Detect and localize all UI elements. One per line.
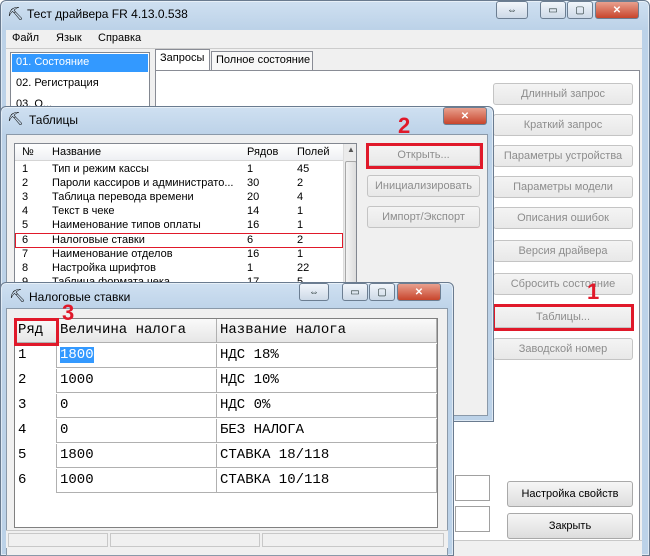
tables-list-body: 1 Тип и режим кассы 1 45 2 Пароли кассиров и…	[15, 162, 343, 287]
tax-window-icon: ⛏	[9, 288, 26, 303]
col-number[interactable]: №	[22, 146, 34, 158]
maximize-button[interactable]: ▢	[567, 1, 593, 19]
initialize-button[interactable]: Инициализировать	[367, 175, 480, 197]
table-row[interactable]: 5 1800 СТАВКА 18/118	[15, 444, 437, 468]
row-number: 2	[15, 369, 57, 393]
tables-window-title: Таблицы	[29, 113, 79, 127]
highlight-tables-button	[492, 304, 634, 331]
device-params-button[interactable]: Параметры устройства	[493, 145, 633, 167]
close-button[interactable]: ✕	[595, 1, 639, 19]
main-window-title: Тест драйвера FR 4.13.0.538	[27, 7, 188, 21]
long-request-button[interactable]: Длинный запрос	[493, 83, 633, 105]
tab-full-state[interactable]: Полное состояние	[211, 51, 313, 70]
tax-maximize-button[interactable]: ▢	[369, 283, 395, 301]
nav-item-registration[interactable]: 02. Регистрация	[12, 75, 148, 93]
list-item[interactable]: 1 Тип и режим кассы 1 45	[15, 163, 343, 177]
serial-number-button[interactable]: Заводской номер	[493, 338, 633, 360]
list-item[interactable]: 5 Наименование типов оплаты 16 1	[15, 219, 343, 233]
list-item[interactable]: 4 Текст в чеке 14 1	[15, 205, 343, 219]
col-rows[interactable]: Рядов	[247, 146, 278, 158]
tax-name-cell[interactable]: НДС 18%	[217, 344, 437, 368]
tax-restore-icon[interactable]: ⇔	[299, 283, 329, 301]
tab-strip: Запросы Полное состояние	[155, 49, 355, 72]
scroll-up-icon[interactable]: ▲	[345, 145, 356, 159]
row-number: 6	[15, 469, 57, 493]
table-row[interactable]: 2 1000 НДС 10%	[15, 369, 437, 393]
col-tax-name[interactable]: Название налога	[217, 319, 437, 343]
tables-list-scrollbar[interactable]: ▲	[343, 144, 356, 287]
tax-value-cell[interactable]: 0	[57, 394, 217, 418]
table-row[interactable]: 1 1800 НДС 18%	[15, 344, 437, 368]
menu-language[interactable]: Язык	[56, 32, 82, 44]
error-descriptions-button[interactable]: Описания ошибок	[493, 207, 633, 229]
annotation-step-3: 3	[62, 300, 75, 325]
col-fields[interactable]: Полей	[297, 146, 329, 158]
app-icon: ⛏	[7, 6, 24, 21]
row-number: 5	[15, 444, 57, 468]
highlight-row-header	[14, 318, 59, 346]
table-row[interactable]: 6 1000 СТАВКА 10/118	[15, 469, 437, 493]
tax-name-cell[interactable]: СТАВКА 10/118	[217, 469, 437, 493]
table-row[interactable]: 3 0 НДС 0%	[15, 394, 437, 418]
tax-name-cell[interactable]: СТАВКА 18/118	[217, 444, 437, 468]
tax-name-cell[interactable]: БЕЗ НАЛОГА	[217, 419, 437, 443]
tables-close-button[interactable]: ✕	[443, 107, 487, 125]
menu-file[interactable]: Файл	[12, 32, 39, 44]
row-number: 4	[15, 419, 57, 443]
tax-name-cell[interactable]: НДС 0%	[217, 394, 437, 418]
menu-help[interactable]: Справка	[98, 32, 141, 44]
import-export-button[interactable]: Импорт/Экспорт	[367, 206, 480, 228]
list-item[interactable]: 8 Настройка шрифтов 1 22	[15, 262, 343, 276]
tax-close-button[interactable]: ✕	[397, 283, 441, 301]
status-panel	[110, 533, 260, 547]
tax-value-cell[interactable]: 1000	[57, 369, 217, 393]
model-params-button[interactable]: Параметры модели	[493, 176, 633, 198]
tab-requests[interactable]: Запросы	[155, 49, 210, 70]
list-item[interactable]: 7 Наименование отделов 16 1	[15, 248, 343, 262]
reset-state-button[interactable]: Сбросить состояние	[493, 273, 633, 295]
col-name[interactable]: Название	[52, 146, 101, 158]
tables-list-header: № Название Рядов Полей	[15, 144, 343, 161]
scroll-thumb[interactable]	[345, 161, 356, 287]
tables-list: № Название Рядов Полей 1 Тип и режим касс…	[14, 143, 357, 288]
row-number: 3	[15, 394, 57, 418]
output-field	[455, 475, 490, 501]
tax-window-title: Налоговые ставки	[29, 290, 131, 304]
driver-version-button[interactable]: Версия драйвера	[493, 240, 633, 262]
tax-status-bar	[6, 530, 448, 548]
tax-value-cell[interactable]: 1800	[57, 444, 217, 468]
tax-value-cell[interactable]: 0	[57, 419, 217, 443]
output-field-2	[455, 506, 490, 532]
tax-value-cell[interactable]: 1000	[57, 469, 217, 493]
status-panel	[262, 533, 444, 547]
row-number: 1	[15, 344, 57, 368]
tables-window-icon: ⛏	[7, 111, 24, 126]
tax-value-cell[interactable]: 1800	[57, 344, 217, 368]
tax-name-cell[interactable]: НДС 10%	[217, 369, 437, 393]
minimize-button[interactable]: ▭	[540, 1, 566, 19]
col-tax-value[interactable]: Величина налога	[57, 319, 217, 343]
tax-grid-header: Ряд Величина налога Название налога	[15, 319, 437, 343]
list-item[interactable]: 2 Пароли кассиров и администрато... 30 2	[15, 177, 343, 191]
table-row[interactable]: 4 0 БЕЗ НАЛОГА	[15, 419, 437, 443]
nav-item-state[interactable]: 01. Состояние	[12, 54, 148, 72]
settings-button[interactable]: Настройка свойств	[507, 481, 633, 507]
close-main-button[interactable]: Закрыть	[507, 513, 633, 539]
tax-grid: Ряд Величина налога Название налога 1 18…	[14, 318, 438, 528]
restore-icon[interactable]: ⇔	[496, 1, 528, 19]
list-item-selected[interactable]: 6 Налоговые ставки 6 2	[15, 233, 343, 248]
annotation-step-2: 2	[398, 113, 411, 138]
annotation-step-1: 1	[587, 279, 600, 304]
menu-bar: Файл Язык Справка	[6, 30, 642, 48]
tax-value-selected[interactable]: 1800	[60, 347, 94, 363]
short-request-button[interactable]: Краткий запрос	[493, 114, 633, 136]
status-panel	[8, 533, 108, 547]
tax-minimize-button[interactable]: ▭	[342, 283, 368, 301]
list-item[interactable]: 3 Таблица перевода времени 20 4	[15, 191, 343, 205]
highlight-open-button	[366, 143, 483, 169]
